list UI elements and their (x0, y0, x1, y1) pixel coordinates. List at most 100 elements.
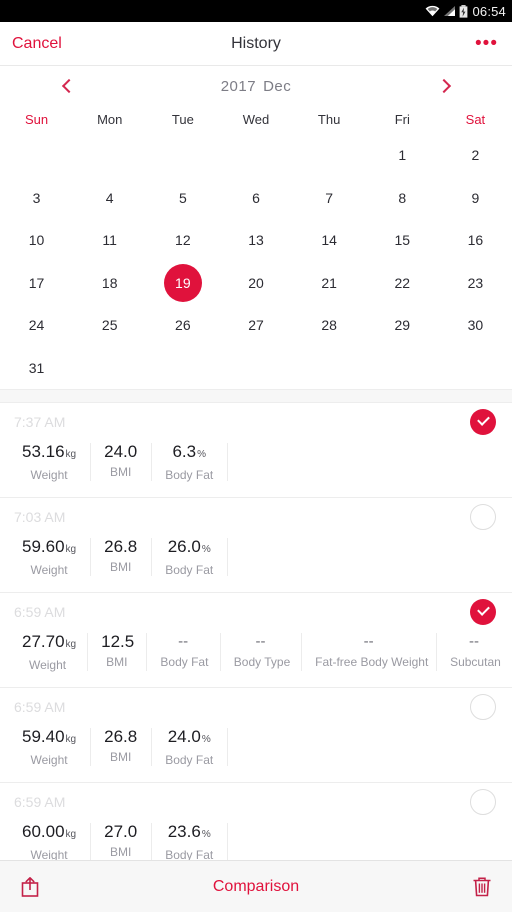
calendar-day-31[interactable]: 31 (0, 347, 73, 390)
checkmark-unselected-icon[interactable] (470, 789, 496, 815)
calendar-day-10[interactable]: 10 (0, 219, 73, 262)
cancel-button[interactable]: Cancel (12, 35, 62, 53)
checkmark-selected-icon[interactable] (470, 599, 496, 625)
measurement-list[interactable]: 7:37 AM 53.16kg Weight 24.0 BMI 6.3% Body Fat 7… (0, 403, 512, 878)
more-options-icon[interactable]: ••• (475, 34, 498, 53)
metric-value: 27.70kg (22, 632, 77, 651)
metric-unit: kg (65, 449, 77, 460)
metric-value: 26.8 (104, 537, 138, 556)
calendar-day-number: 22 (394, 274, 411, 291)
metric-cell: 27.70kg Weight (8, 631, 87, 673)
calendar-day-18[interactable]: 18 (73, 262, 146, 305)
calendar-day-number: 23 (467, 274, 484, 291)
calendar-day-24[interactable]: 24 (0, 304, 73, 347)
calendar-day-5[interactable]: 5 (146, 177, 219, 220)
metric-unit: % (201, 734, 211, 745)
calendar-day-2[interactable]: 2 (439, 134, 512, 177)
calendar-day-15[interactable]: 15 (366, 219, 439, 262)
section-divider (0, 389, 512, 403)
metric-label: Body Fat (165, 753, 214, 767)
measurement-row[interactable]: 7:03 AM 59.60kg Weight 26.8 BMI 26.0% Body Fat (0, 498, 512, 593)
status-bar-icons (425, 4, 468, 18)
calendar-day-12[interactable]: 12 (146, 219, 219, 262)
calendar-day-8[interactable]: 8 (366, 177, 439, 220)
calendar-day-29[interactable]: 29 (366, 304, 439, 347)
calendar-dayname-mon: Mon (97, 111, 123, 127)
calendar-year: 2017 (220, 77, 257, 95)
metric-value: -- (363, 633, 374, 650)
calendar-day-14[interactable]: 14 (293, 219, 366, 262)
calendar-day-23[interactable]: 23 (439, 262, 512, 305)
metric-label: BMI (109, 560, 132, 574)
metric-value: 27.0 (104, 822, 138, 841)
calendar-day-27[interactable]: 27 (219, 304, 292, 347)
calendar-day-number: 6 (252, 189, 260, 206)
checkmark-unselected-icon[interactable] (470, 694, 496, 720)
calendar-dayname-wed: Wed (242, 111, 270, 127)
measurement-row[interactable]: 6:59 AM 27.70kg Weight 12.5 BMI -- Body Fat -- B… (0, 593, 512, 688)
metric-value: 26.0% (167, 537, 211, 556)
calendar-day-3[interactable]: 3 (0, 177, 73, 220)
calendar-day-number: 16 (467, 232, 484, 249)
share-button[interactable] (8, 865, 52, 909)
metric-strip[interactable]: 60.00kg Weight 27.0 BMI 23.6% Body Fat (0, 821, 512, 863)
metric-cell: 59.40kg Weight (8, 726, 90, 768)
comparison-button[interactable]: Comparison (213, 878, 299, 896)
calendar-day-9[interactable]: 9 (439, 177, 512, 220)
metric-value: -- (255, 633, 266, 650)
calendar-day-number: 14 (321, 232, 337, 249)
measurement-row[interactable]: 6:59 AM 59.40kg Weight 26.8 BMI 24.0% Body Fat (0, 688, 512, 783)
calendar-day-number: 8 (398, 189, 407, 206)
calendar-day-number: 31 (28, 359, 45, 376)
navigation-bar: Cancel History ••• (0, 22, 512, 66)
metric-value: 26.8 (104, 727, 138, 746)
calendar-day-number: 7 (325, 189, 334, 206)
calendar-day-7[interactable]: 7 (293, 177, 366, 220)
calendar-grid[interactable]: 1 2 3 4 5 6 7 8 9 10 11 12 13 14 15 16 17 18 19 20 21 22 23 24 2… (0, 134, 512, 389)
calendar-day-1[interactable]: 1 (366, 134, 439, 177)
metric-cell: 26.8 BMI (90, 726, 151, 766)
calendar-day-22[interactable]: 22 (366, 262, 439, 305)
calendar-day-13[interactable]: 13 (219, 219, 292, 262)
checkmark-selected-icon[interactable] (470, 409, 496, 435)
metric-label: BMI (109, 465, 132, 479)
metric-value: 59.60kg (22, 537, 77, 556)
metric-unit: kg (65, 829, 77, 840)
calendar-day-28[interactable]: 28 (293, 304, 366, 347)
trash-icon (473, 876, 491, 896)
calendar-day-6[interactable]: 6 (219, 177, 292, 220)
checkmark-unselected-icon[interactable] (470, 504, 496, 530)
metric-cell: 23.6% Body Fat (151, 821, 227, 863)
measurement-row-header: 6:59 AM (0, 688, 512, 726)
prev-month-button[interactable] (50, 71, 84, 101)
calendar-day-26[interactable]: 26 (146, 304, 219, 347)
calendar-day-19[interactable]: 19 (146, 262, 219, 305)
measurement-row[interactable]: 7:37 AM 53.16kg Weight 24.0 BMI 6.3% Body Fat (0, 403, 512, 498)
calendar-dayname-tue: Tue (171, 111, 194, 127)
delete-button[interactable] (460, 865, 504, 909)
status-bar-clock: 06:54 (472, 3, 506, 19)
calendar-day-11[interactable]: 11 (73, 219, 146, 262)
calendar-dayname-fri: Fri (394, 111, 410, 127)
metric-strip[interactable]: 27.70kg Weight 12.5 BMI -- Body Fat -- Body Typ… (0, 631, 512, 673)
metric-label: BMI (109, 845, 132, 859)
calendar-day-4[interactable]: 4 (73, 177, 146, 220)
metric-label: Body Fat (165, 563, 214, 577)
next-month-button[interactable] (428, 71, 462, 101)
metric-strip[interactable]: 59.60kg Weight 26.8 BMI 26.0% Body Fat (0, 536, 512, 578)
measurement-time: 7:03 AM (14, 509, 66, 525)
metric-cell: 24.0 BMI (90, 441, 151, 481)
calendar-dayname-sun: Sun (25, 111, 49, 127)
calendar-cell-empty (219, 134, 292, 177)
calendar-day-20[interactable]: 20 (219, 262, 292, 305)
status-bar: 06:54 (0, 0, 512, 22)
calendar-day-30[interactable]: 30 (439, 304, 512, 347)
metric-label: Weight (30, 753, 68, 767)
metric-strip[interactable]: 53.16kg Weight 24.0 BMI 6.3% Body Fat (0, 441, 512, 483)
calendar-day-17[interactable]: 17 (0, 262, 73, 305)
calendar-day-16[interactable]: 16 (439, 219, 512, 262)
calendar-day-25[interactable]: 25 (73, 304, 146, 347)
calendar-day-21[interactable]: 21 (293, 262, 366, 305)
metric-strip[interactable]: 59.40kg Weight 26.8 BMI 24.0% Body Fat (0, 726, 512, 768)
metric-cell: 60.00kg Weight (8, 821, 90, 863)
